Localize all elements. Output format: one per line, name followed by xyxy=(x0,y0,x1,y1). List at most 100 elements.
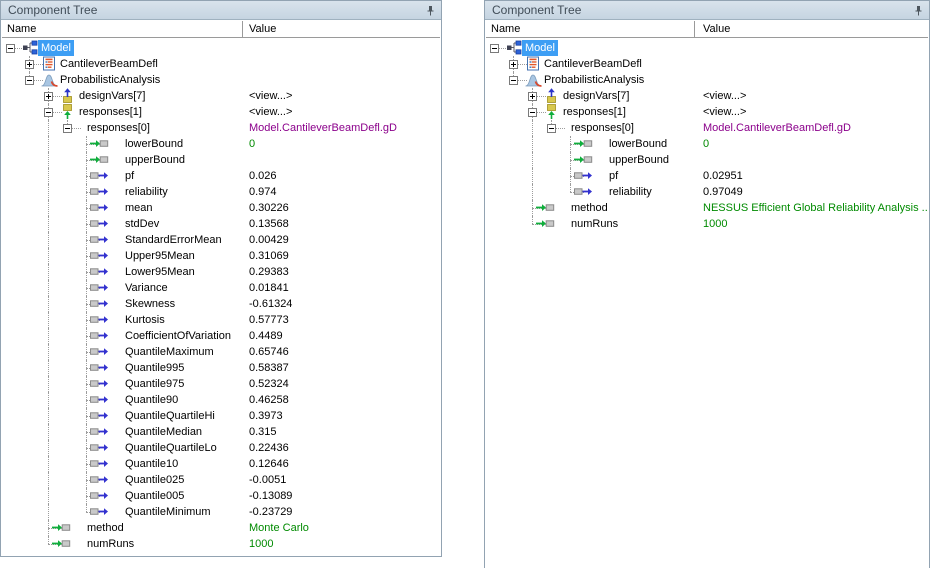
tree-item-label[interactable]: Quantile005 xyxy=(125,488,184,504)
tree-item-label[interactable]: responses[0] xyxy=(87,120,150,136)
tree-item-label[interactable]: Lower95Mean xyxy=(125,264,195,280)
tree-row[interactable]: Quantile100.12646 xyxy=(2,456,440,472)
tree-row[interactable]: Variance0.01841 xyxy=(2,280,440,296)
tree-item-label[interactable]: method xyxy=(571,200,608,216)
tree-row[interactable]: StandardErrorMean0.00429 xyxy=(2,232,440,248)
tree-item-label[interactable]: responses[1] xyxy=(563,104,626,120)
column-divider[interactable] xyxy=(694,21,696,37)
tree-item-value[interactable]: 1000 xyxy=(703,216,727,232)
tree-row[interactable]: QuantileQuartileHi 0.3973 xyxy=(2,408,440,424)
tree-row[interactable]: reliability0.97049 xyxy=(486,184,928,200)
expand-toggle[interactable] xyxy=(44,108,53,117)
tree-row[interactable]: responses[1] <view...> xyxy=(2,104,440,120)
tree-item-value[interactable]: -0.23729 xyxy=(249,504,292,520)
tree-row[interactable]: methodNESSUS Efficient Global Reliabilit… xyxy=(486,200,928,216)
expand-toggle[interactable] xyxy=(25,60,34,69)
tree-row[interactable]: Quantile900.46258 xyxy=(2,392,440,408)
tree-item-value[interactable]: 0.31069 xyxy=(249,248,289,264)
tree-row[interactable]: method Monte Carlo xyxy=(2,520,440,536)
expand-toggle[interactable] xyxy=(6,44,15,53)
tree-item-label[interactable]: mean xyxy=(125,200,153,216)
tree-item-label[interactable]: CantileverBeamDefl xyxy=(60,56,158,72)
tree-item-label[interactable]: pf xyxy=(609,168,618,184)
tree-row[interactable]: stdDev0.13568 xyxy=(2,216,440,232)
tree-row[interactable]: Kurtosis0.57773 xyxy=(2,312,440,328)
tree-item-label[interactable]: reliability xyxy=(125,184,168,200)
tree-item-value[interactable]: Model.CantileverBeamDefl.gD xyxy=(249,120,397,136)
tree-item-label[interactable]: Model xyxy=(38,40,74,56)
tree-row[interactable]: CantileverBeamDefl xyxy=(486,56,928,72)
tree-item-value[interactable]: Model.CantileverBeamDefl.gD xyxy=(703,120,851,136)
tree-item-value[interactable]: 0.4489 xyxy=(249,328,283,344)
expand-toggle[interactable] xyxy=(25,76,34,85)
expand-toggle[interactable] xyxy=(44,92,53,101)
column-header-name[interactable]: Name xyxy=(491,22,520,37)
tree-item-label[interactable]: lowerBound xyxy=(125,136,183,152)
tree-item-label[interactable]: numRuns xyxy=(87,536,134,552)
expand-toggle[interactable] xyxy=(547,124,556,133)
tree-row[interactable]: CantileverBeamDefl xyxy=(2,56,440,72)
tree-row[interactable]: pf0.02951 xyxy=(486,168,928,184)
tree-row[interactable]: QuantileMaximum0.65746 xyxy=(2,344,440,360)
tree-row[interactable]: Quantile005 -0.13089 xyxy=(2,488,440,504)
tree-item-label[interactable]: ProbabilisticAnalysis xyxy=(60,72,160,88)
tree-item-label[interactable]: Upper95Mean xyxy=(125,248,195,264)
tree-row[interactable]: lowerBound0 xyxy=(2,136,440,152)
tree-row[interactable]: Model xyxy=(486,40,928,56)
tree-item-value[interactable]: <view...> xyxy=(249,104,292,120)
tree-row[interactable]: upperBound xyxy=(486,152,928,168)
tree-item-value[interactable]: 0.00429 xyxy=(249,232,289,248)
tree-item-label[interactable]: Quantile025 xyxy=(125,472,184,488)
tree-item-value[interactable]: 0.315 xyxy=(249,424,277,440)
tree-item-value[interactable]: <view...> xyxy=(249,88,292,104)
tree-row[interactable]: reliability 0.974 xyxy=(2,184,440,200)
tree-item-value[interactable]: Monte Carlo xyxy=(249,520,309,536)
tree-item-label[interactable]: designVars[7] xyxy=(79,88,145,104)
tree-item-label[interactable]: Quantile975 xyxy=(125,376,184,392)
tree-row[interactable]: CoefficientOfVariation 0.4489 xyxy=(2,328,440,344)
tree-row[interactable]: Quantile9950.58387 xyxy=(2,360,440,376)
tree-item-label[interactable]: numRuns xyxy=(571,216,618,232)
tree-item-value[interactable]: <view...> xyxy=(703,104,746,120)
tree-item-value[interactable]: <view...> xyxy=(703,88,746,104)
tree-item-label[interactable]: upperBound xyxy=(125,152,185,168)
tree-row[interactable]: Quantile025 -0.0051 xyxy=(2,472,440,488)
tree-row[interactable]: Quantile9750.52324 xyxy=(2,376,440,392)
panel-titlebar[interactable]: Component Tree xyxy=(1,1,441,20)
tree-item-label[interactable]: QuantileQuartileHi xyxy=(125,408,215,424)
tree-item-label[interactable]: upperBound xyxy=(609,152,669,168)
expand-toggle[interactable] xyxy=(490,44,499,53)
column-header-name[interactable]: Name xyxy=(7,22,36,37)
tree-row[interactable]: ProbabilisticAnalysis xyxy=(2,72,440,88)
tree-item-label[interactable]: CoefficientOfVariation xyxy=(125,328,231,344)
tree-item-value[interactable]: 0.46258 xyxy=(249,392,289,408)
tree-row[interactable]: responses[0]Model.CantileverBeamDefl.gD xyxy=(486,120,928,136)
tree-row[interactable]: responses[1] <view...> xyxy=(486,104,928,120)
tree-item-value[interactable]: 0.13568 xyxy=(249,216,289,232)
tree-row[interactable]: QuantileMedian0.315 xyxy=(2,424,440,440)
tree-item-label[interactable]: Model xyxy=(522,40,558,56)
tree-row[interactable]: Lower95Mean0.29383 xyxy=(2,264,440,280)
tree-item-value[interactable]: 0.97049 xyxy=(703,184,743,200)
tree-row[interactable]: responses[0] Model.CantileverBeamDefl.gD xyxy=(2,120,440,136)
tree-item-value[interactable]: 0.3973 xyxy=(249,408,283,424)
tree-row[interactable]: QuantileMinimum -0.23729 xyxy=(2,504,440,520)
tree-row[interactable]: numRuns 1000 xyxy=(486,216,928,232)
tree-item-label[interactable]: responses[1] xyxy=(79,104,142,120)
tree-item-label[interactable]: method xyxy=(87,520,124,536)
tree-item-value[interactable]: 0.12646 xyxy=(249,456,289,472)
tree-item-value[interactable]: 0 xyxy=(703,136,709,152)
tree-item-value[interactable]: 0.974 xyxy=(249,184,277,200)
tree-row[interactable]: designVars[7]<view...> xyxy=(486,88,928,104)
tree-item-value[interactable]: -0.0051 xyxy=(249,472,286,488)
tree-item-label[interactable]: QuantileMinimum xyxy=(125,504,211,520)
tree-row[interactable]: mean0.30226 xyxy=(2,200,440,216)
panel-titlebar[interactable]: Component Tree xyxy=(485,1,929,20)
tree-row[interactable]: lowerBound0 xyxy=(486,136,928,152)
tree-item-value[interactable]: -0.13089 xyxy=(249,488,292,504)
tree-item-value[interactable]: 0.01841 xyxy=(249,280,289,296)
tree-item-label[interactable]: Kurtosis xyxy=(125,312,165,328)
tree-item-value[interactable]: 0.58387 xyxy=(249,360,289,376)
expand-toggle[interactable] xyxy=(509,60,518,69)
column-header-value[interactable]: Value xyxy=(703,22,730,37)
